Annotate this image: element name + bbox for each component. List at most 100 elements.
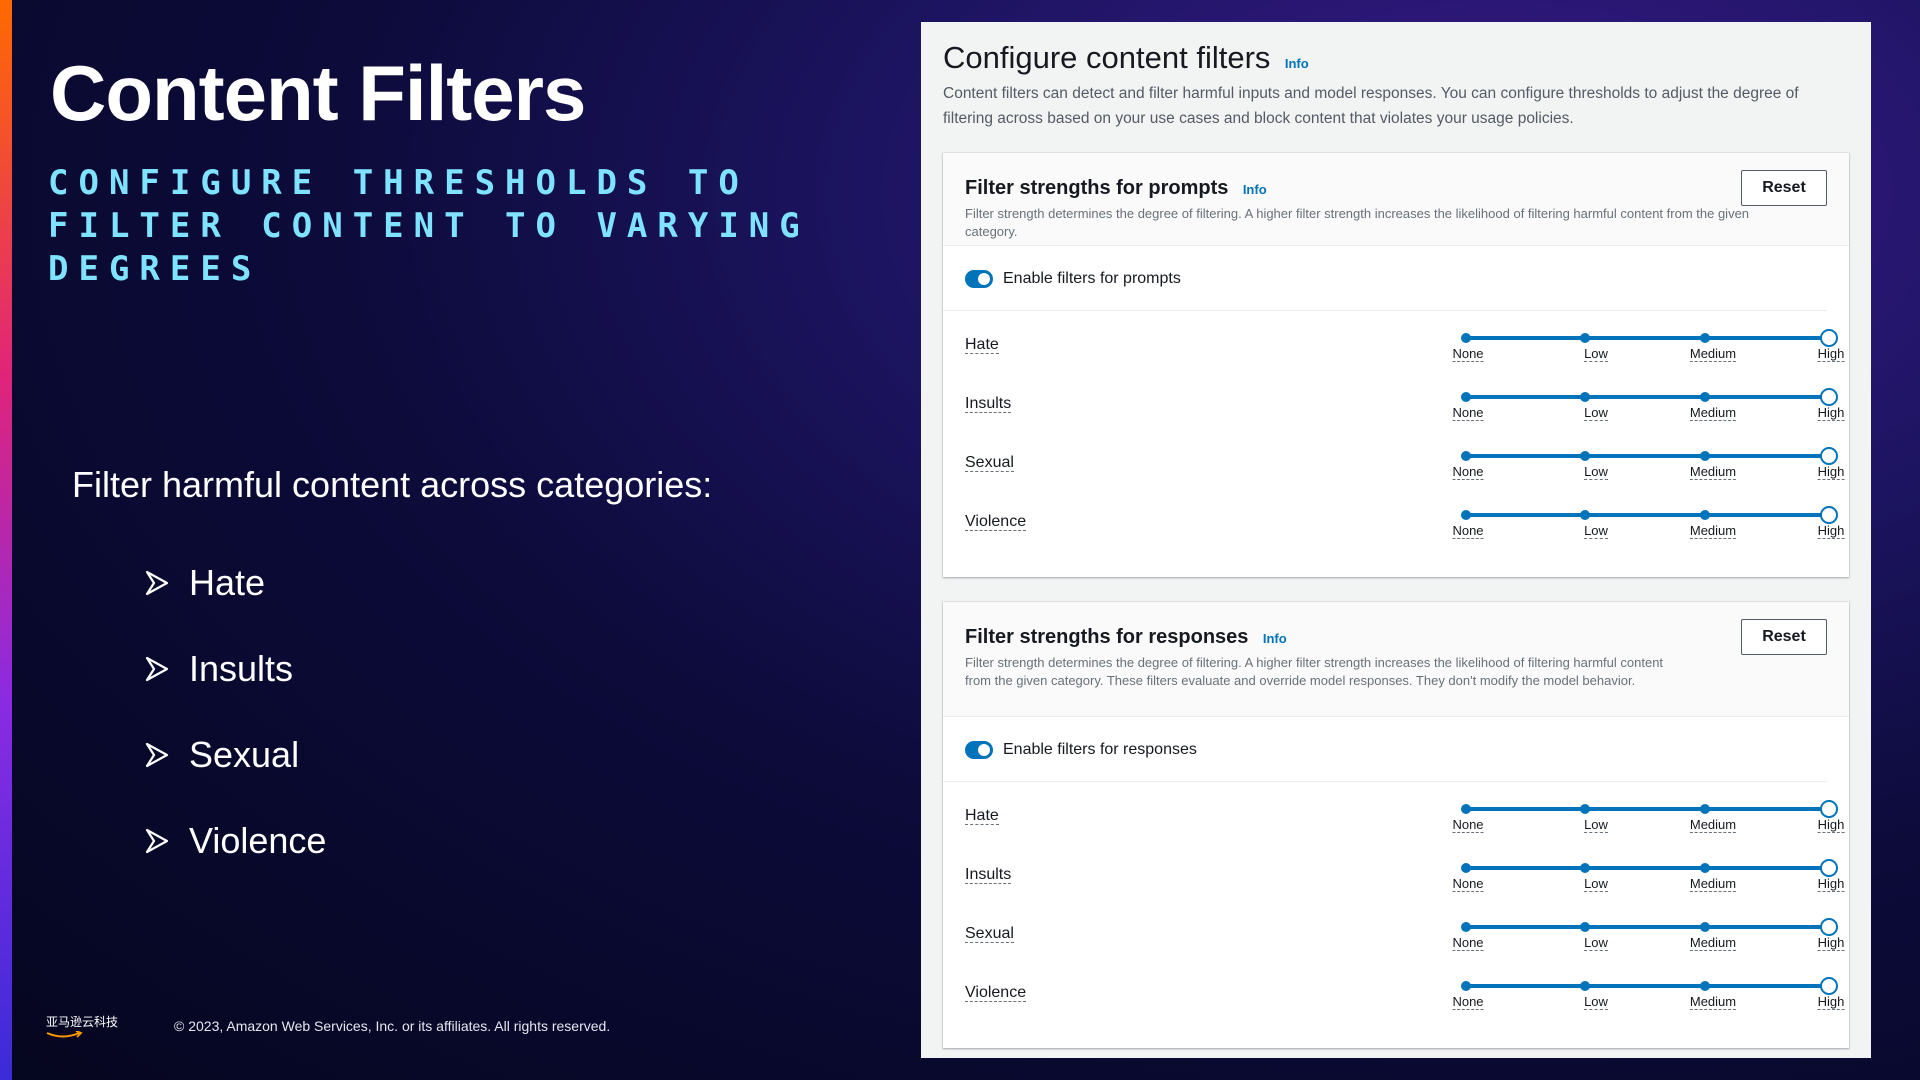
slider-stop[interactable] bbox=[1580, 451, 1590, 461]
level-label-high: High bbox=[1817, 994, 1845, 1010]
slider-track[interactable] bbox=[1466, 336, 1829, 340]
aws-logo: 亚马逊云科技 bbox=[46, 1013, 126, 1039]
level-label-high: High bbox=[1817, 346, 1845, 362]
slider-handle[interactable] bbox=[1820, 800, 1838, 818]
filter-row-insults: Insults None Low Medium High bbox=[943, 841, 1849, 900]
slider-track[interactable] bbox=[1466, 866, 1829, 870]
info-link[interactable]: Info bbox=[1263, 631, 1287, 646]
level-label-medium: Medium bbox=[1689, 523, 1737, 539]
slider-stop[interactable] bbox=[1461, 922, 1471, 932]
level-label-medium: Medium bbox=[1689, 876, 1737, 892]
level-label-none: None bbox=[1452, 405, 1484, 421]
slider-stop[interactable] bbox=[1461, 804, 1471, 814]
slider-handle[interactable] bbox=[1820, 977, 1838, 995]
slider-handle[interactable] bbox=[1820, 506, 1838, 524]
card-title: Filter strengths for responses bbox=[965, 626, 1249, 648]
level-label-none: None bbox=[1452, 346, 1484, 362]
slider-stop[interactable] bbox=[1580, 981, 1590, 991]
filter-label: Insults bbox=[965, 866, 1012, 884]
filter-row-hate: Hate None Low Medium High bbox=[943, 311, 1849, 370]
slider-stop[interactable] bbox=[1700, 863, 1710, 873]
level-label-medium: Medium bbox=[1689, 817, 1737, 833]
slider-track[interactable] bbox=[1466, 984, 1829, 988]
arrowhead-bullet-icon bbox=[145, 742, 189, 768]
level-label-low: Low bbox=[1584, 523, 1608, 539]
level-label-high: High bbox=[1817, 935, 1845, 951]
category-label: Hate bbox=[189, 562, 266, 603]
slider-handle[interactable] bbox=[1820, 388, 1838, 406]
console-screenshot-panel: Configure content filters Info Content f… bbox=[921, 22, 1871, 1058]
slider-stop[interactable] bbox=[1580, 804, 1590, 814]
slider-stop[interactable] bbox=[1580, 922, 1590, 932]
level-label-medium: Medium bbox=[1689, 405, 1737, 421]
info-link[interactable]: Info bbox=[1243, 182, 1267, 197]
info-link[interactable]: Info bbox=[1285, 56, 1309, 71]
level-label-low: Low bbox=[1584, 817, 1608, 833]
slider-stop[interactable] bbox=[1580, 392, 1590, 402]
slider-stop[interactable] bbox=[1700, 922, 1710, 932]
slider-stop[interactable] bbox=[1461, 392, 1471, 402]
panel-header: Configure content filters Info bbox=[943, 40, 1849, 76]
level-label-high: High bbox=[1817, 464, 1845, 480]
filter-rows: Hate None Low Medium High Insults None Low Mediu… bbox=[943, 311, 1849, 547]
slider-handle[interactable] bbox=[1820, 329, 1838, 347]
slider-stop[interactable] bbox=[1461, 863, 1471, 873]
filter-strength-slider[interactable]: None Low Medium High bbox=[1451, 977, 1845, 1011]
filter-strength-slider[interactable]: None Low Medium High bbox=[1451, 447, 1845, 481]
level-label-low: Low bbox=[1584, 994, 1608, 1010]
card-header: Filter strengths for responses Info Filt… bbox=[943, 602, 1849, 717]
level-label-none: None bbox=[1452, 876, 1484, 892]
slider-stop[interactable] bbox=[1700, 333, 1710, 343]
slider-handle[interactable] bbox=[1820, 859, 1838, 877]
category-label: Sexual bbox=[189, 734, 300, 775]
reset-button[interactable]: Reset bbox=[1741, 619, 1827, 655]
level-label-low: Low bbox=[1584, 346, 1608, 362]
category-label: Insults bbox=[189, 648, 294, 689]
slider-stop[interactable] bbox=[1700, 981, 1710, 991]
filter-strength-slider[interactable]: None Low Medium High bbox=[1451, 388, 1845, 422]
category-label: Violence bbox=[189, 820, 327, 861]
slider-stop[interactable] bbox=[1461, 333, 1471, 343]
level-label-medium: Medium bbox=[1689, 464, 1737, 480]
slider-track[interactable] bbox=[1466, 395, 1829, 399]
slider-stop[interactable] bbox=[1580, 333, 1590, 343]
level-label-none: None bbox=[1452, 935, 1484, 951]
card-header: Filter strengths for prompts Info Filter… bbox=[943, 153, 1849, 246]
slider-stop[interactable] bbox=[1700, 510, 1710, 520]
enable-toggle-row: Enable filters for prompts bbox=[943, 246, 1827, 311]
level-label-high: High bbox=[1817, 405, 1845, 421]
slider-stop[interactable] bbox=[1580, 863, 1590, 873]
filter-row-violence: Violence None Low Medium High bbox=[943, 488, 1849, 547]
filter-row-sexual: Sexual None Low Medium High bbox=[943, 900, 1849, 959]
slider-track[interactable] bbox=[1466, 454, 1829, 458]
slider-stop[interactable] bbox=[1461, 451, 1471, 461]
enable-filters-toggle[interactable] bbox=[965, 270, 993, 288]
reset-button[interactable]: Reset bbox=[1741, 170, 1827, 206]
list-item: Hate bbox=[145, 540, 326, 626]
slider-stop[interactable] bbox=[1700, 392, 1710, 402]
filter-label: Hate bbox=[965, 336, 999, 354]
enable-filters-toggle[interactable] bbox=[965, 741, 993, 759]
enable-toggle-row: Enable filters for responses bbox=[943, 717, 1827, 782]
slider-handle[interactable] bbox=[1820, 918, 1838, 936]
filter-label: Insults bbox=[965, 395, 1012, 413]
filter-strength-slider[interactable]: None Low Medium High bbox=[1451, 800, 1845, 834]
filter-strength-slider[interactable]: None Low Medium High bbox=[1451, 506, 1845, 540]
slider-stop[interactable] bbox=[1700, 451, 1710, 461]
slider-handle[interactable] bbox=[1820, 447, 1838, 465]
slider-track[interactable] bbox=[1466, 807, 1829, 811]
filter-strength-slider[interactable]: None Low Medium High bbox=[1451, 329, 1845, 363]
slider-stop[interactable] bbox=[1580, 510, 1590, 520]
slider-track[interactable] bbox=[1466, 513, 1829, 517]
page-title: Configure content filters bbox=[943, 40, 1271, 75]
filter-strength-slider[interactable]: None Low Medium High bbox=[1451, 859, 1845, 893]
card-description: Filter strength determines the degree of… bbox=[965, 206, 1750, 239]
filter-label: Violence bbox=[965, 513, 1027, 531]
slider-stop[interactable] bbox=[1700, 804, 1710, 814]
slider-stop[interactable] bbox=[1461, 981, 1471, 991]
slider-track[interactable] bbox=[1466, 925, 1829, 929]
slide-title: Content Filters bbox=[50, 49, 586, 137]
slider-stop[interactable] bbox=[1461, 510, 1471, 520]
filter-strength-slider[interactable]: None Low Medium High bbox=[1451, 918, 1845, 952]
responses-filter-card: Filter strengths for responses Info Filt… bbox=[943, 602, 1849, 1048]
